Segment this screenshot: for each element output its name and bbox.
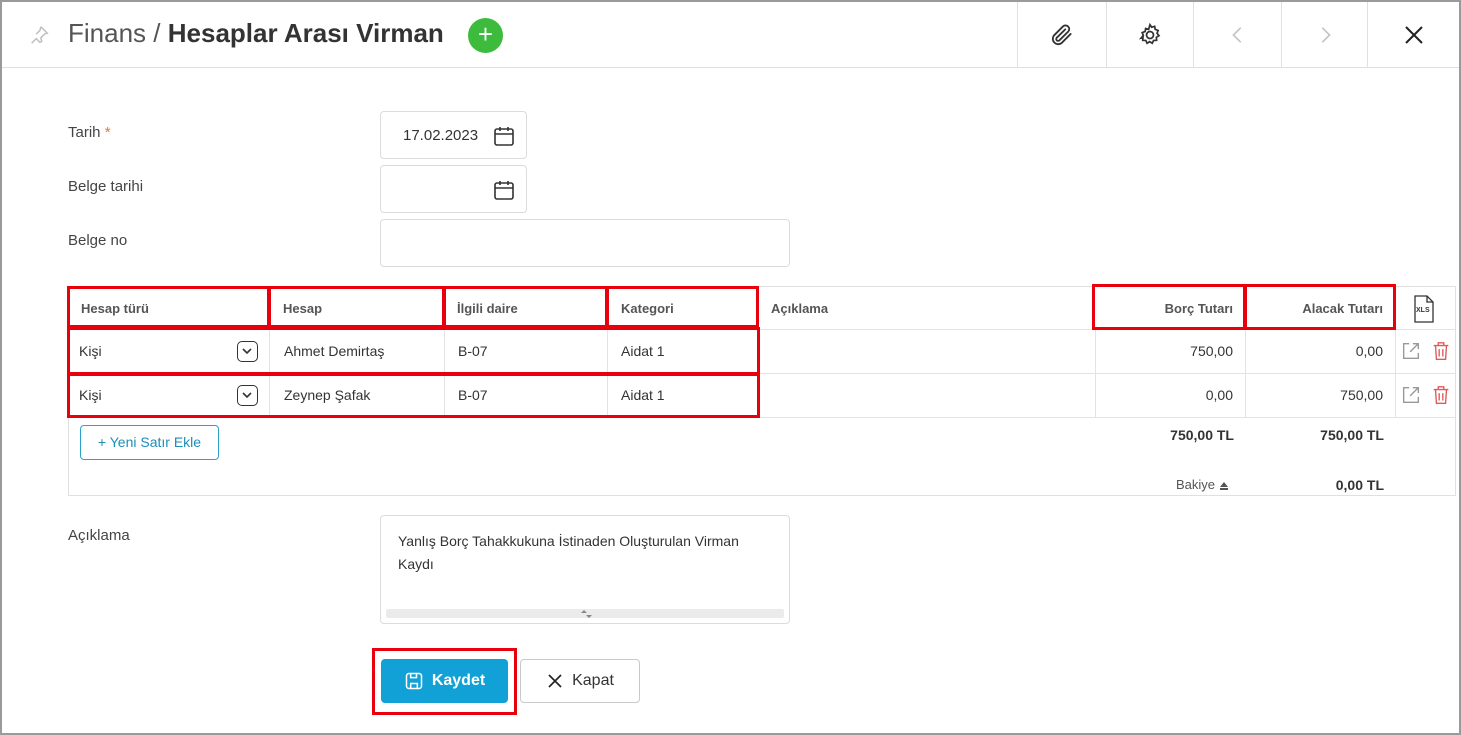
close-window-button[interactable] (1367, 2, 1459, 68)
previous-button[interactable] (1193, 2, 1281, 68)
col-ilgili-daire: İlgili daire (457, 301, 518, 316)
table-row: Kişi Ahmet Demirtaş B-07 Aidat 1 750,00 … (69, 329, 1455, 373)
hesap-turu-value: Kişi (79, 343, 102, 359)
chevron-down-icon[interactable] (237, 385, 258, 406)
xls-label: XLS (1416, 307, 1430, 314)
floppy-disk-icon (405, 672, 423, 690)
hesap-turu-select[interactable]: Kişi (69, 374, 270, 417)
borc-cell[interactable]: 750,00 (1096, 330, 1246, 373)
col-hesap: Hesap (283, 301, 323, 316)
col-kategori: Kategori (621, 301, 674, 316)
hesap-cell[interactable]: Zeynep Şafak (270, 374, 445, 417)
chevron-down-icon[interactable] (237, 341, 258, 362)
paperclip-icon (1051, 24, 1072, 46)
window-frame: Finans / Hesaplar Arası Virman + Tarih *… (0, 0, 1461, 735)
add-row-button[interactable]: + Yeni Satır Ekle (80, 425, 219, 460)
hesap-cell[interactable]: Ahmet Demirtaş (270, 330, 445, 373)
sort-up-icon[interactable] (1219, 481, 1229, 491)
belge-no-label: Belge no (68, 232, 128, 249)
tarih-value: 17.02.2023 (403, 127, 479, 144)
belge-tarihi-label: Belge tarihi (68, 178, 144, 195)
aciklama-text: Yanlış Borç Tahakkukuna İstinaden Oluştu… (398, 533, 739, 572)
close-icon (548, 674, 562, 688)
save-button[interactable]: Kaydet (381, 659, 508, 703)
aciklama-label: Açıklama (68, 527, 130, 544)
aciklama-cell[interactable] (759, 374, 1096, 417)
borc-cell[interactable]: 0,00 (1096, 374, 1246, 417)
calendar-icon[interactable] (492, 124, 516, 148)
trash-icon[interactable] (1430, 384, 1452, 406)
hesap-turu-select[interactable]: Kişi (69, 330, 270, 373)
breadcrumb-section[interactable]: Finans (68, 18, 146, 48)
close-label: Kapat (572, 672, 614, 689)
next-button[interactable] (1281, 2, 1367, 68)
close-button[interactable]: Kapat (520, 659, 640, 703)
textarea-resize-handle[interactable] (386, 609, 784, 618)
close-icon (1404, 26, 1423, 44)
col-borc-tutari: Borç Tutarı (1164, 301, 1233, 316)
entries-table: Hesap türü Hesap İlgili daire Kategori A… (68, 286, 1456, 496)
aciklama-textarea[interactable]: Yanlış Borç Tahakkukuna İstinaden Oluştu… (380, 515, 790, 624)
header-bar: Finans / Hesaplar Arası Virman + (2, 2, 1459, 68)
chevron-left-icon (1231, 27, 1241, 43)
daire-cell[interactable]: B-07 (445, 330, 608, 373)
alacak-cell[interactable]: 0,00 (1246, 330, 1396, 373)
belge-tarihi-date-field[interactable] (380, 165, 527, 213)
kategori-cell[interactable]: Aidat 1 (608, 330, 759, 373)
total-borc: 750,00 TL (1170, 427, 1234, 443)
total-alacak: 750,00 TL (1320, 427, 1384, 443)
col-alacak-tutari: Alacak Tutarı (1302, 301, 1383, 316)
chevron-right-icon (1321, 27, 1331, 43)
bakiye-label-text: Bakiye (1176, 477, 1216, 492)
tarih-label: Tarih * (68, 124, 111, 141)
tarih-date-field[interactable]: 17.02.2023 (380, 111, 527, 159)
form-content: Tarih * 17.02.2023 Belge tarihi Belge no… (2, 68, 1459, 733)
settings-button[interactable] (1106, 2, 1193, 68)
xls-export-icon[interactable]: XLS (1413, 295, 1435, 323)
breadcrumb-current: Hesaplar Arası Virman (167, 18, 444, 48)
alacak-cell[interactable]: 750,00 (1246, 374, 1396, 417)
bakiye-label: Bakiye (1176, 477, 1229, 492)
page-title: Finans / Hesaplar Arası Virman (68, 18, 444, 49)
aciklama-cell[interactable] (759, 330, 1096, 373)
calendar-icon[interactable] (492, 178, 516, 202)
add-row-label: Yeni Satır Ekle (109, 434, 202, 450)
kategori-cell[interactable]: Aidat 1 (608, 374, 759, 417)
hesap-turu-value: Kişi (79, 387, 102, 403)
open-external-icon[interactable] (1400, 384, 1422, 406)
save-label: Kaydet (431, 672, 486, 689)
bakiye-value: 0,00 TL (1335, 477, 1384, 493)
col-aciklama: Açıklama (771, 301, 829, 316)
belge-no-field[interactable] (380, 219, 790, 267)
add-new-button[interactable]: + (468, 18, 503, 53)
col-hesap-turu: Hesap türü (81, 301, 149, 316)
open-external-icon[interactable] (1400, 340, 1422, 362)
required-mark: * (104, 124, 111, 141)
attachment-button[interactable] (1017, 2, 1106, 68)
table-row: Kişi Zeynep Şafak B-07 Aidat 1 0,00 750,… (69, 373, 1455, 417)
table-divider (69, 417, 1455, 418)
breadcrumb-separator: / (153, 18, 161, 48)
trash-icon[interactable] (1430, 340, 1452, 362)
gear-icon (1138, 22, 1161, 45)
daire-cell[interactable]: B-07 (445, 374, 608, 417)
tarih-label-text: Tarih (68, 124, 101, 141)
pin-icon[interactable] (28, 24, 50, 46)
plus-icon: + (97, 434, 107, 450)
